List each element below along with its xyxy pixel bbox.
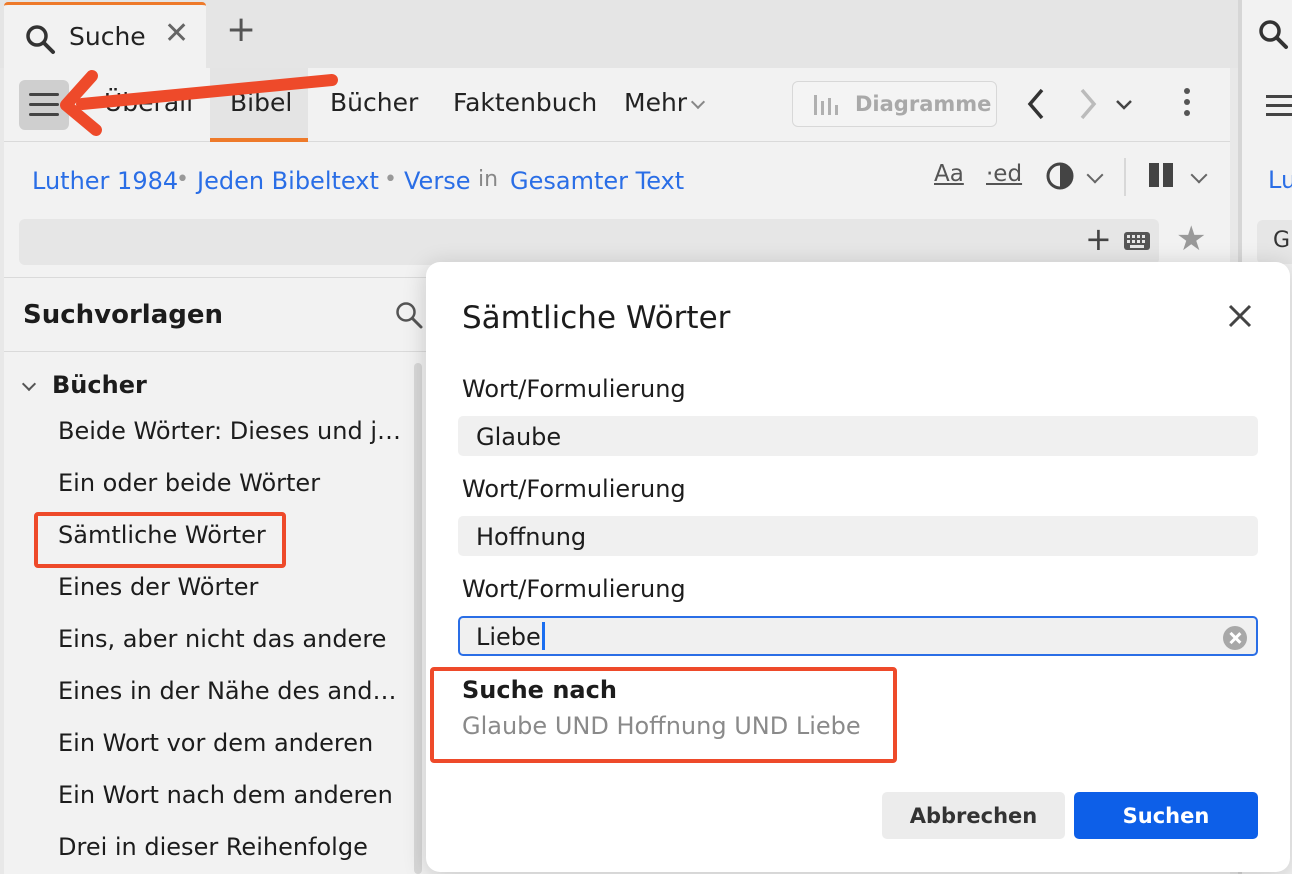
list-item[interactable]: Beide Wörter: Dieses und je… <box>58 417 408 445</box>
templates-tree: Bücher Beide Wörter: Dieses und je… Ein … <box>4 353 414 874</box>
field-label: Wort/Formulierung <box>462 475 686 503</box>
chevron-down-icon <box>21 376 37 392</box>
highlight-box-query <box>430 667 897 763</box>
close-icon[interactable] <box>1226 302 1254 334</box>
plus-icon[interactable]: + <box>1085 223 1112 255</box>
display-mode-icon[interactable] <box>1045 161 1075 195</box>
separator-dot: • <box>176 167 189 192</box>
right-search-field[interactable]: G <box>1257 220 1292 264</box>
list-item[interactable]: Drei in dieser Reihenfolge <box>58 833 408 861</box>
menu-icon[interactable] <box>1266 95 1292 121</box>
templates-title: Suchvorlagen <box>23 300 224 330</box>
forward-arrow-icon[interactable] <box>1076 86 1100 126</box>
list-item[interactable]: Eines in der Nähe des ander… <box>58 677 408 705</box>
chart-icon <box>813 93 843 121</box>
filter-version[interactable]: Luther 1984 <box>32 167 178 195</box>
clear-icon[interactable] <box>1223 626 1247 650</box>
menu-icon <box>29 93 59 123</box>
history-chevron-icon[interactable] <box>1115 96 1133 115</box>
plus-icon[interactable]: + <box>226 12 256 48</box>
field-value: Liebe <box>476 623 541 651</box>
list-item[interactable]: Ein Wort nach dem anderen <box>58 781 408 809</box>
nav-factbook[interactable]: Faktenbuch <box>453 88 597 117</box>
templates-header: Suchvorlagen <box>4 277 428 352</box>
filter-range[interactable]: Gesamter Text <box>510 167 684 195</box>
tab-label: Suche <box>69 22 146 51</box>
list-item[interactable]: Ein Wort vor dem anderen <box>58 729 408 757</box>
filter-in-label: in <box>478 167 499 192</box>
text-cursor <box>541 622 545 650</box>
filter-unit[interactable]: Verse <box>404 167 470 195</box>
nav-more[interactable]: Mehr <box>624 88 706 117</box>
keyboard-icon[interactable] <box>1124 232 1150 250</box>
columns-icon[interactable] <box>1148 162 1174 192</box>
chevron-down-icon[interactable] <box>1086 166 1104 184</box>
chevron-down-icon[interactable] <box>1190 166 1208 184</box>
search-button[interactable]: Suchen <box>1074 792 1258 839</box>
sidebar-scrollbar[interactable] <box>414 363 422 874</box>
dialog-title: Sämtliche Wörter <box>462 300 731 336</box>
list-item[interactable]: Eines der Wörter <box>58 573 408 601</box>
cancel-button[interactable]: Abbrechen <box>882 792 1065 839</box>
tab-bar: Suche ✕ + <box>0 0 1292 68</box>
search-icon <box>24 23 56 59</box>
search-icon <box>1257 18 1289 54</box>
word-field-1[interactable]: Glaube <box>458 416 1258 456</box>
close-icon[interactable]: ✕ <box>164 19 189 49</box>
search-input[interactable] <box>19 219 1159 265</box>
list-item[interactable]: Ein oder beide Wörter <box>58 469 408 497</box>
tree-group-books[interactable]: Bücher <box>20 371 147 399</box>
search-icon[interactable] <box>394 300 424 334</box>
template-dialog: Sämtliche Wörter Wort/Formulierung Glaub… <box>426 262 1290 872</box>
match-case-icon[interactable]: Aa <box>934 161 964 187</box>
filter-bar: Luther 1984 • Jeden Bibeltext • Verse in… <box>4 143 1230 203</box>
word-field-2[interactable]: Hoffnung <box>458 516 1258 556</box>
field-label: Wort/Formulierung <box>462 575 686 603</box>
annotation-arrow-icon <box>60 70 338 136</box>
field-label: Wort/Formulierung <box>462 375 686 403</box>
separator-dot: • <box>384 167 397 192</box>
more-options-icon[interactable] <box>1184 88 1190 121</box>
right-crumb[interactable]: Lu <box>1268 166 1292 194</box>
charts-button[interactable]: Diagramme <box>792 81 997 127</box>
divider <box>1124 158 1126 196</box>
charts-button-label: Diagramme <box>855 92 992 116</box>
word-forms-icon[interactable]: ·ed <box>986 161 1022 187</box>
field-value: Glaube <box>476 423 562 451</box>
list-item[interactable]: Eins, aber nicht das andere <box>58 625 408 653</box>
filter-scope[interactable]: Jeden Bibeltext <box>197 167 379 195</box>
word-field-3[interactable]: Liebe <box>458 616 1258 656</box>
back-arrow-icon[interactable] <box>1024 86 1048 126</box>
nav-books[interactable]: Bücher <box>330 88 418 117</box>
field-value: Hoffnung <box>476 523 587 551</box>
star-icon[interactable]: ★ <box>1176 222 1206 256</box>
chevron-down-icon <box>691 94 706 110</box>
highlight-box-template <box>34 512 286 568</box>
tab-search[interactable]: Suche ✕ <box>4 2 206 68</box>
